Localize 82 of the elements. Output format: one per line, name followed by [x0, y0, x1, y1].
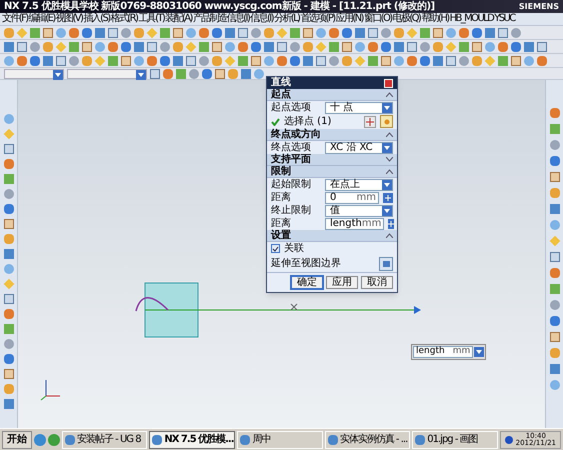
distance-field[interactable]: lengthmm — [325, 218, 384, 230]
menu-item[interactable]: 应用(N) — [336, 14, 363, 24]
taskbar-button[interactable]: NX 7.5 优胜模... — [149, 430, 236, 448]
close-icon[interactable] — [384, 78, 393, 88]
plus-icon — [366, 118, 374, 126]
checkbox-label: 关联 — [284, 242, 304, 256]
quick-launch-icon[interactable] — [48, 434, 60, 446]
field-label: 终止限制 — [271, 204, 312, 218]
dropdown[interactable]: 值 — [325, 204, 393, 216]
menu-item[interactable]: 装配(A) — [165, 14, 192, 24]
menu-item[interactable]: 帮助(H) — [421, 14, 449, 24]
menu-item[interactable]: 插入(S) — [83, 14, 110, 24]
cross-marker-icon — [290, 304, 298, 310]
caret-icon — [136, 70, 146, 80]
field-label: 起始限制 — [271, 178, 312, 192]
brand-label: SIEMENS — [518, 2, 559, 10]
taskbar-button[interactable]: 周中 — [237, 430, 323, 448]
point-dialog-button[interactable] — [364, 116, 376, 128]
caret-icon — [53, 70, 63, 80]
menu-item[interactable]: 格式(R) — [110, 14, 138, 24]
filter-dropdown[interactable] — [4, 68, 64, 78]
axis-drawing — [40, 380, 60, 400]
section-header[interactable]: 终点或方向 — [267, 129, 397, 141]
menu-item[interactable]: YSUC — [494, 14, 515, 24]
caret-icon — [382, 102, 392, 112]
caret-icon — [382, 142, 392, 152]
menu-item[interactable]: 电极(Q) — [392, 14, 420, 24]
tray-icon — [504, 436, 513, 444]
snap-point-button[interactable] — [380, 115, 393, 128]
start-button[interactable]: 开始 — [2, 430, 32, 448]
caret-icon — [382, 180, 392, 190]
scope-dropdown[interactable] — [67, 68, 147, 78]
window-title: NX 7.5 优胜模具学校 新版0769-88031060 www.yscg.com新版 - 建模 - [11.21.prt (修改的)] — [4, 0, 435, 12]
menu-item[interactable]: 信息(I) — [250, 14, 273, 24]
caret-icon — [382, 206, 392, 216]
length-field[interactable]: length mm — [413, 346, 474, 358]
dot-icon — [384, 118, 390, 124]
dialog-button[interactable]: 取消 — [361, 276, 393, 289]
taskbar-button[interactable]: 01.jpg - 画图 — [412, 430, 498, 448]
section-header[interactable]: 限制 — [267, 166, 397, 178]
menu-item[interactable]: 文件(F) — [2, 14, 28, 24]
dialog-title: 直线 — [271, 78, 291, 88]
chevron-up-icon — [386, 92, 393, 97]
chevron-up-icon — [386, 132, 393, 137]
section-header[interactable]: 设置 — [267, 230, 397, 242]
arc-drawing — [135, 297, 169, 312]
dropdown[interactable]: 十 点 — [325, 102, 393, 114]
view-icon — [382, 260, 390, 266]
field-label: 终点选项 — [271, 140, 312, 154]
quick-launch-icon[interactable] — [34, 434, 46, 446]
menu-item[interactable]: 编辑(E) — [28, 14, 55, 24]
menu-item[interactable]: 首选项(P) — [300, 14, 335, 24]
extend-button[interactable] — [379, 256, 393, 270]
menu-item[interactable]: 分析(L) — [274, 14, 300, 24]
arrow-button[interactable] — [388, 218, 394, 228]
checkbox[interactable] — [271, 244, 280, 253]
distance-field[interactable]: 0 mm — [325, 192, 379, 204]
selection-label: 选择点 (1) — [284, 114, 332, 128]
section-header[interactable]: 起点 — [267, 89, 397, 101]
menu-item[interactable]: HB_MOULD — [450, 14, 494, 24]
menu-item[interactable]: 工具(T) — [138, 14, 164, 24]
menu-item[interactable]: 视图(V) — [56, 14, 82, 24]
chevron-up-icon — [386, 233, 393, 238]
field-label: 距离 — [271, 216, 292, 230]
chevron-up-icon — [386, 169, 393, 174]
tool-icon[interactable] — [4, 114, 14, 124]
rectangle-drawing — [144, 282, 198, 338]
dropdown[interactable]: XC 沿 XC — [325, 142, 393, 154]
menu-item[interactable]: 窗口(O) — [364, 14, 392, 24]
arrow-button[interactable] — [383, 192, 393, 202]
menu-item[interactable]: 产品制造信息(I) — [192, 14, 250, 24]
section-header[interactable]: 支持平面 — [267, 154, 397, 166]
taskbar-button[interactable]: 安装帖子 - UG 8 — [62, 430, 148, 448]
option-label: 延伸至视图边界 — [271, 256, 342, 271]
dialog-button[interactable]: 确定 — [291, 276, 323, 289]
chevron-down-icon — [386, 157, 393, 162]
dropdown[interactable]: 在点上 — [325, 178, 393, 190]
dialog-button[interactable]: 应用 — [326, 276, 358, 289]
taskbar-button[interactable]: 实体实例仿真 - ... — [324, 430, 410, 448]
field-label: 距离 — [271, 190, 292, 204]
field-label: 起点选项 — [271, 100, 312, 115]
caret-icon — [474, 347, 484, 357]
